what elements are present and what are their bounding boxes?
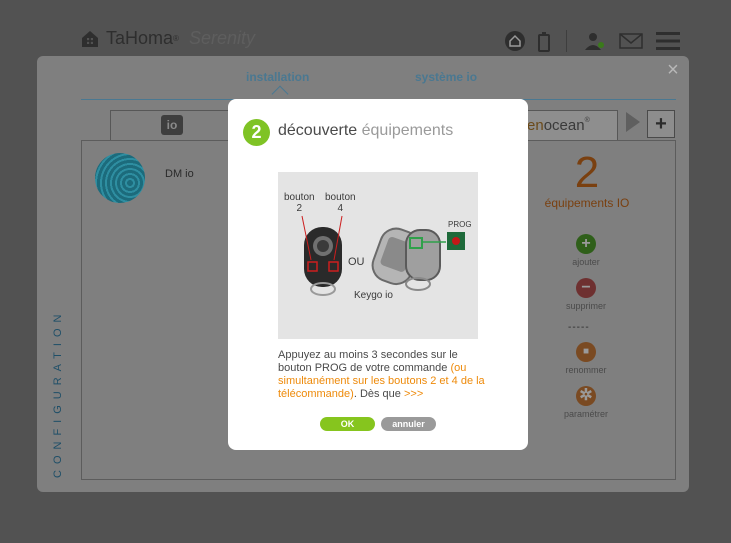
battery-icon[interactable] — [538, 32, 550, 52]
delete-button[interactable]: − supprimer — [556, 278, 616, 311]
gear-icon: ✲ — [576, 386, 596, 406]
ok-button[interactable]: OK — [320, 417, 375, 431]
count-number: 2 — [574, 148, 600, 197]
plus-icon: + — [576, 234, 596, 254]
rename-button[interactable]: ■ renommer — [556, 342, 616, 375]
step-badge: 2 — [243, 119, 270, 146]
user-status-icon[interactable] — [582, 30, 606, 52]
delete-label: supprimer — [565, 301, 606, 311]
label-keygo: Keygo io — [354, 290, 393, 301]
protocol-tab-io[interactable]: io — [110, 110, 230, 140]
tab-bar: installation système io — [81, 66, 676, 100]
minus-icon: − — [576, 278, 596, 298]
settings-button[interactable]: ✲ paramétrer — [556, 386, 616, 419]
add-protocol-button[interactable]: + — [647, 110, 675, 138]
protocol-tab-enocean[interactable]: enocean® — [520, 110, 618, 140]
remote-illustration: bouton 2 bouton 4 OU PROG Keygo io — [278, 172, 478, 339]
divider — [566, 30, 567, 52]
io-logo: io — [161, 115, 183, 135]
device-image[interactable] — [95, 153, 145, 203]
more-link[interactable]: >>> — [404, 388, 423, 400]
top-bar: TaHoma ® Serenity — [0, 0, 731, 56]
tab-installation[interactable]: installation — [246, 70, 309, 84]
count-label: équipements IO — [544, 196, 630, 210]
enocean-logo: enocean® — [527, 117, 590, 134]
top-icons — [0, 30, 731, 52]
add-button[interactable]: + ajouter — [556, 234, 616, 267]
device-name[interactable]: DM io — [165, 168, 194, 180]
equipment-count: 2 équipements IO — [540, 148, 634, 211]
next-arrow-icon[interactable] — [626, 112, 640, 132]
separator: ----- — [568, 322, 590, 333]
label-or: OU — [348, 256, 365, 268]
rename-label: renommer — [565, 365, 607, 375]
add-label: ajouter — [572, 257, 600, 267]
cancel-button[interactable]: annuler — [381, 417, 436, 431]
menu-icon[interactable] — [656, 31, 680, 51]
tab-systeme-io[interactable]: système io — [415, 70, 477, 84]
instructions-text: Appuyez au moins 3 secondes sur le bouto… — [278, 349, 485, 400]
dialog-title: découverte équipements — [278, 122, 454, 139]
remote-drawing — [301, 215, 465, 296]
home-alarm-icon[interactable] — [504, 30, 526, 52]
label-prog: PROG — [448, 220, 472, 229]
settings-label: paramétrer — [563, 409, 608, 419]
mail-icon[interactable] — [619, 33, 643, 49]
configuration-label: CONFIGURATION — [52, 308, 64, 478]
rename-icon: ■ — [576, 342, 596, 362]
